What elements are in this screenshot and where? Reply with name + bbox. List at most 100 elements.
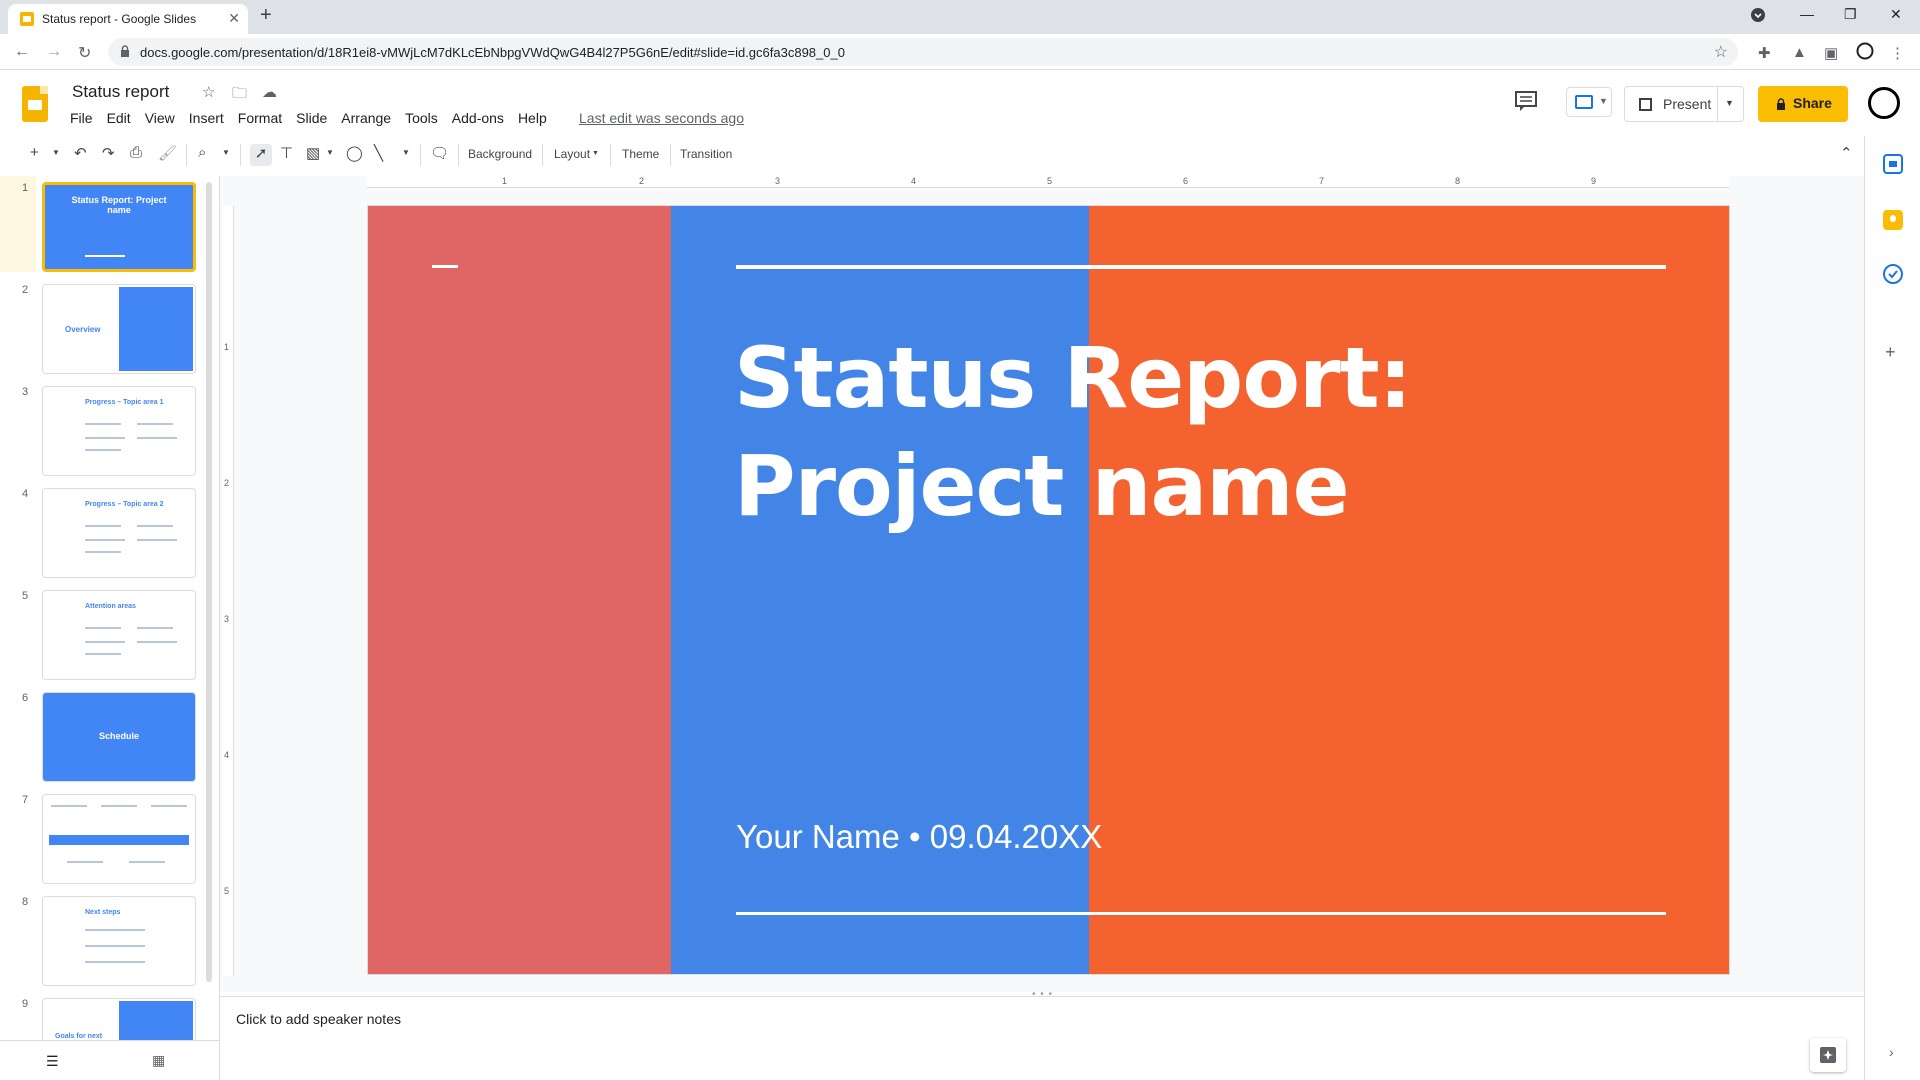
background-button[interactable]: Background [468,147,532,161]
menu-edit[interactable]: Edit [107,110,139,130]
slide-thumbnail-3[interactable]: Progress – Topic area 1 [42,386,196,476]
menu-arrange[interactable]: Arrange [341,110,399,130]
transition-button[interactable]: Transition [680,147,732,161]
menu-slide[interactable]: Slide [296,110,335,130]
speaker-notes-placeholder[interactable]: Click to add speaker notes [236,1011,401,1027]
profile-icon[interactable] [1856,42,1874,60]
slide-title-line-2: Project name [734,437,1350,535]
sidepanel-icon[interactable]: ▣ [1824,44,1838,62]
slide-thumbnail-6[interactable]: Schedule [42,692,196,782]
undo-icon[interactable]: ↶ [74,144,87,162]
thumb-title: Overview [65,325,101,334]
blue-column-shape[interactable] [671,206,1089,974]
image-icon[interactable]: ▧ [306,144,320,162]
collapse-toolbar-chevron-up-icon[interactable]: ⌃ [1840,144,1853,162]
new-tab-icon[interactable]: + [260,4,272,27]
shape-icon[interactable]: ◯ [346,144,363,162]
account-menu-icon[interactable] [1750,7,1766,23]
reload-icon[interactable]: ↻ [78,43,91,63]
browser-menu-icon[interactable]: ⋮ [1890,44,1905,62]
explore-button[interactable] [1810,1038,1846,1072]
extensions-puzzle-icon[interactable]: ✚ [1758,44,1771,62]
menu-help[interactable]: Help [518,110,555,130]
browser-tab[interactable]: Status report - Google Slides ✕ [8,4,248,34]
speaker-notes-panel[interactable]: • • • Click to add speaker notes [220,989,1864,1080]
divider [610,144,611,166]
new-slide-chevron-icon[interactable]: ▼ [52,148,60,157]
layout-button[interactable]: Layout [554,147,590,161]
thumb-text-line [129,861,165,863]
filmstrip-view-icon[interactable]: ☰ [46,1053,59,1070]
zoom-chevron-icon[interactable]: ▼ [222,148,230,157]
slide-canvas[interactable]: Status Report: Project name Your Name • … [368,206,1729,974]
redo-icon[interactable]: ↷ [102,144,115,162]
ruler-tick: 4 [911,176,917,186]
add-addon-icon[interactable]: + [1885,342,1896,363]
back-icon[interactable]: ← [14,43,30,61]
accent-dash[interactable] [432,265,458,268]
slides-logo-icon[interactable] [22,86,48,122]
print-icon[interactable]: ⎙ [130,144,142,161]
forward-icon[interactable]: → [46,43,62,61]
layout-chevron-icon[interactable]: ▼ [592,150,599,157]
present-to-meeting-button[interactable]: ▼ [1566,87,1612,117]
paint-format-icon[interactable]: 🖌 [158,144,177,162]
menu-insert[interactable]: Insert [189,110,232,130]
slide-thumbnail-2[interactable]: Overview [42,284,196,374]
divider [240,144,241,166]
document-title[interactable]: Status report [72,82,169,102]
tab-close-icon[interactable]: ✕ [228,10,240,27]
slide-title-line-1: Status Report: [734,329,1412,427]
slide-thumbnail-9[interactable]: Goals for next [42,998,196,1040]
keep-icon[interactable] [1883,210,1903,230]
document-header: Status report ☆ 🗀 ☁ File Edit View Inser… [0,70,1920,136]
line-chevron-icon[interactable]: ▼ [402,148,410,157]
present-button[interactable]: Present ▼ [1624,86,1744,122]
menu-view[interactable]: View [145,110,183,130]
move-folder-icon[interactable]: 🗀 [232,83,247,108]
add-comment-icon[interactable]: 🗨 [430,144,449,162]
new-slide-icon[interactable]: + [30,144,39,161]
menu-addons[interactable]: Add-ons [452,110,512,130]
ruler-tick: 1 [502,176,508,186]
star-icon[interactable]: ☆ [202,83,215,101]
bottom-rule-line[interactable] [736,912,1666,915]
select-cursor-icon[interactable]: ➚ [250,144,272,166]
text-box-icon[interactable]: ⊤ [280,144,293,162]
tasks-icon[interactable] [1883,264,1903,284]
minimize-icon[interactable]: — [1800,6,1814,22]
filmstrip-scrollbar[interactable] [206,182,212,982]
comment-history-icon[interactable] [1514,90,1538,112]
slide-thumbnail-1[interactable]: Status Report: Project name [42,182,196,272]
top-rule-line[interactable] [736,265,1666,269]
slide-subtitle[interactable]: Your Name • 09.04.20XX [736,818,1102,856]
bookmark-star-icon[interactable]: ☆ [1714,42,1728,62]
calendar-icon[interactable] [1883,154,1903,174]
slide-thumbnail-7[interactable] [42,794,196,884]
window-close-icon[interactable]: ✕ [1890,6,1902,23]
notes-resize-handle[interactable]: • • • [1032,989,1053,1000]
menu-file[interactable]: File [70,110,101,130]
last-edit-link[interactable]: Last edit was seconds ago [579,110,744,126]
line-icon[interactable]: ╲ [374,144,383,162]
theme-button[interactable]: Theme [622,147,659,161]
maximize-icon[interactable]: ❐ [1844,6,1857,23]
zoom-icon[interactable]: ⌕ [198,144,206,161]
slide-title[interactable]: Status Report: Project name [734,324,1634,540]
address-bar[interactable]: docs.google.com/presentation/d/18R1ei8-v… [108,38,1738,66]
menu-format[interactable]: Format [238,110,290,130]
share-button[interactable]: Share [1758,86,1848,122]
slide-thumbnail-8[interactable]: Next steps [42,896,196,986]
orange-column-shape[interactable] [1089,206,1729,974]
slide-thumbnail-5[interactable]: Attention areas [42,590,196,680]
image-chevron-icon[interactable]: ▼ [326,148,334,157]
grid-view-icon[interactable]: ▦ [152,1052,165,1069]
cloud-saved-icon[interactable]: ☁ [262,83,277,101]
slide-thumbnail-4[interactable]: Progress – Topic area 2 [42,488,196,578]
expand-panel-chevron-icon[interactable]: › [1889,1044,1894,1060]
account-avatar[interactable] [1868,87,1900,119]
red-column-shape[interactable] [368,206,671,974]
menu-tools[interactable]: Tools [405,110,446,130]
extension-icon[interactable]: ▲ [1792,44,1807,61]
present-options-chevron-icon[interactable]: ▼ [1725,98,1734,108]
